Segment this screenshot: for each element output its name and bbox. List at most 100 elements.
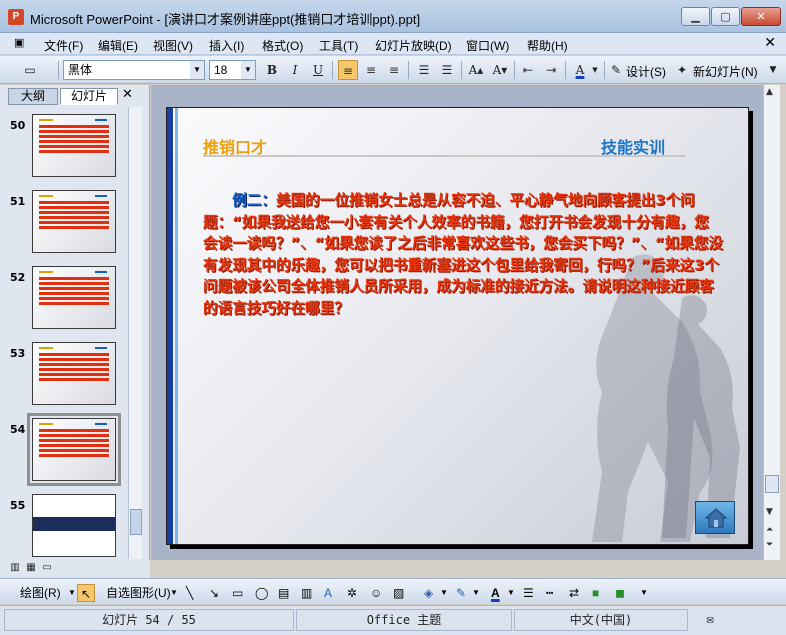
align-center-icon[interactable]: ≡ — [361, 60, 381, 80]
editor-scroll-thumb[interactable] — [765, 475, 779, 493]
home-action-button[interactable] — [695, 501, 735, 534]
numbered-list-icon[interactable]: ☰ — [414, 60, 434, 80]
close-window-button[interactable]: ✕ — [741, 7, 781, 26]
bold-button[interactable]: B — [262, 60, 282, 80]
menu-format[interactable]: 格式(O) — [262, 37, 303, 54]
menu-file[interactable]: 文件(F) — [44, 37, 83, 54]
slide-thumbnail[interactable] — [32, 494, 116, 557]
decrease-font-icon[interactable]: A▾ — [490, 60, 510, 80]
underline-button[interactable]: U — [308, 60, 328, 80]
slide-thumbnail[interactable] — [32, 342, 116, 405]
slides-panel: 大纲 幻灯片 ✕ 50 51 52 53 54 55 — [0, 85, 150, 560]
status-theme: Office 主题 — [296, 609, 512, 631]
menu-help[interactable]: 帮助(H) — [527, 37, 568, 54]
chevron-down-icon[interactable]: ▼ — [590, 60, 600, 80]
fill-color-icon[interactable]: ◈ — [424, 584, 433, 602]
toolbar-separator — [565, 61, 566, 79]
toolbar-separator — [408, 61, 409, 79]
editor-scrollbar[interactable]: ▲ ▼ ⏶ ⏷ — [763, 85, 780, 560]
autoshapes-button[interactable]: 自选图形(U) — [106, 584, 171, 602]
increase-font-icon[interactable]: A▴ — [466, 60, 486, 80]
line-color-icon[interactable]: ✎ — [456, 584, 466, 602]
3d-style-icon[interactable]: ◼ — [615, 584, 625, 602]
close-document-icon[interactable]: ✕ — [764, 35, 776, 51]
next-slide-icon[interactable]: ⏷ — [766, 540, 773, 550]
menu-window[interactable]: 窗口(W) — [466, 37, 509, 54]
menu-view[interactable]: 视图(V) — [153, 37, 193, 54]
font-size-select[interactable]: 18 ▼ — [209, 60, 256, 80]
increase-indent-icon[interactable]: ⇥ — [541, 60, 561, 80]
textbox-icon[interactable]: ▤ — [278, 584, 289, 602]
line-tool-icon[interactable]: ╲ — [186, 584, 193, 602]
slide-thumbnail[interactable] — [32, 190, 116, 253]
align-right-icon[interactable]: ≡ — [384, 60, 404, 80]
menu-slideshow[interactable]: 幻灯片放映(D) — [375, 37, 452, 54]
slide-body-text[interactable]: 例二：美国的一位推销女士总是从容不迫、平心静气地向顾客提出3个问题：“如果我送给… — [203, 190, 723, 320]
scroll-down-icon[interactable]: ▼ — [766, 507, 773, 517]
rectangle-tool-icon[interactable]: ▭ — [232, 584, 243, 602]
tab-slides[interactable]: 幻灯片 — [60, 88, 118, 105]
chevron-down-icon[interactable]: ▼ — [68, 584, 76, 602]
draw-font-color-icon[interactable]: A — [491, 584, 500, 602]
vertical-textbox-icon[interactable]: ▥ — [301, 584, 312, 602]
chevron-down-icon[interactable]: ▼ — [190, 61, 204, 79]
scroll-up-icon[interactable]: ▲ — [766, 87, 773, 97]
slideshow-view-icon[interactable]: ▭ — [40, 560, 54, 576]
slide-canvas[interactable]: 推销口才 技能实训 例二：美国的一位推销女士总是从容不迫、平心静气地向顾客提出3… — [166, 107, 749, 545]
slide-thumbnail[interactable] — [32, 114, 116, 177]
decrease-indent-icon[interactable]: ⇤ — [518, 60, 538, 80]
toolbar-options-icon[interactable]: ▼ — [640, 584, 648, 602]
slide-thumbnail[interactable] — [32, 266, 116, 329]
chevron-down-icon[interactable]: ▼ — [507, 584, 515, 602]
chevron-down-icon[interactable]: ▼ — [472, 584, 480, 602]
arrow-style-icon[interactable]: ⇄ — [569, 584, 579, 602]
menu-edit[interactable]: 编辑(E) — [98, 37, 138, 54]
maximize-button[interactable]: ▢ — [711, 7, 740, 26]
line-style-icon[interactable]: ☰ — [523, 584, 534, 602]
chevron-down-icon[interactable]: ▼ — [440, 584, 448, 602]
font-size-value: 18 — [214, 63, 228, 77]
picture-icon[interactable]: ▨ — [393, 584, 404, 602]
slide-thumbnail-selected[interactable] — [27, 413, 121, 486]
select-pointer-icon[interactable]: ↖ — [77, 584, 95, 602]
thumbnail-band — [33, 517, 115, 531]
toolbar-options-icon[interactable]: ▼ — [766, 60, 780, 80]
dash-style-icon[interactable]: ┅ — [546, 584, 553, 602]
previous-slide-icon[interactable]: ⏶ — [766, 525, 773, 535]
new-slide-button[interactable]: 新幻灯片(N) — [693, 63, 758, 80]
new-document-icon[interactable]: ▭ — [20, 60, 40, 80]
doc-icon[interactable]: ▣ — [14, 36, 24, 49]
formatting-toolbar: ▭ 黑体 ▼ 18 ▼ B I U ≡ ≡ ≡ ☰ ☰ A▴ A▾ ⇤ ⇥ A … — [0, 56, 786, 84]
thumbnail-number: 52 — [10, 271, 26, 284]
oval-tool-icon[interactable]: ◯ — [255, 584, 268, 602]
panel-scroll-thumb[interactable] — [130, 509, 142, 535]
font-name-select[interactable]: 黑体 ▼ — [63, 60, 205, 80]
draw-menu-button[interactable]: 绘图(R) — [20, 584, 61, 602]
shadow-style-icon[interactable]: ■ — [592, 584, 599, 602]
wordart-icon[interactable]: A — [324, 584, 332, 602]
close-panel-icon[interactable]: ✕ — [122, 87, 133, 102]
minimize-button[interactable]: ▁ — [681, 7, 710, 26]
menu-tools[interactable]: 工具(T) — [319, 37, 358, 54]
arrow-tool-icon[interactable]: ↘ — [209, 584, 219, 602]
normal-view-icon[interactable]: ▥ — [8, 560, 22, 576]
panel-scrollbar[interactable] — [128, 107, 142, 559]
slide-sorter-icon[interactable]: ▦ — [24, 560, 38, 576]
home-icon — [704, 508, 728, 528]
menu-insert[interactable]: 插入(I) — [209, 37, 244, 54]
thumbnail-number: 55 — [10, 499, 26, 512]
chevron-down-icon[interactable]: ▼ — [170, 584, 178, 602]
spelling-check-icon[interactable]: ✉ — [690, 609, 730, 631]
design-button[interactable]: 设计(S) — [626, 63, 666, 80]
diagram-icon[interactable]: ✲ — [347, 584, 357, 602]
chevron-down-icon[interactable]: ▼ — [241, 61, 255, 79]
bullet-list-icon[interactable]: ☰ — [437, 60, 457, 80]
tab-outline[interactable]: 大纲 — [8, 88, 58, 105]
italic-button[interactable]: I — [285, 60, 305, 80]
powerpoint-app-icon[interactable]: P — [8, 9, 24, 25]
font-color-icon[interactable]: A — [570, 60, 590, 80]
toolbar-separator — [332, 61, 333, 79]
toolbar-separator — [58, 61, 59, 79]
clipart-icon[interactable]: ☺ — [370, 584, 382, 602]
align-left-icon[interactable]: ≡ — [338, 60, 358, 80]
